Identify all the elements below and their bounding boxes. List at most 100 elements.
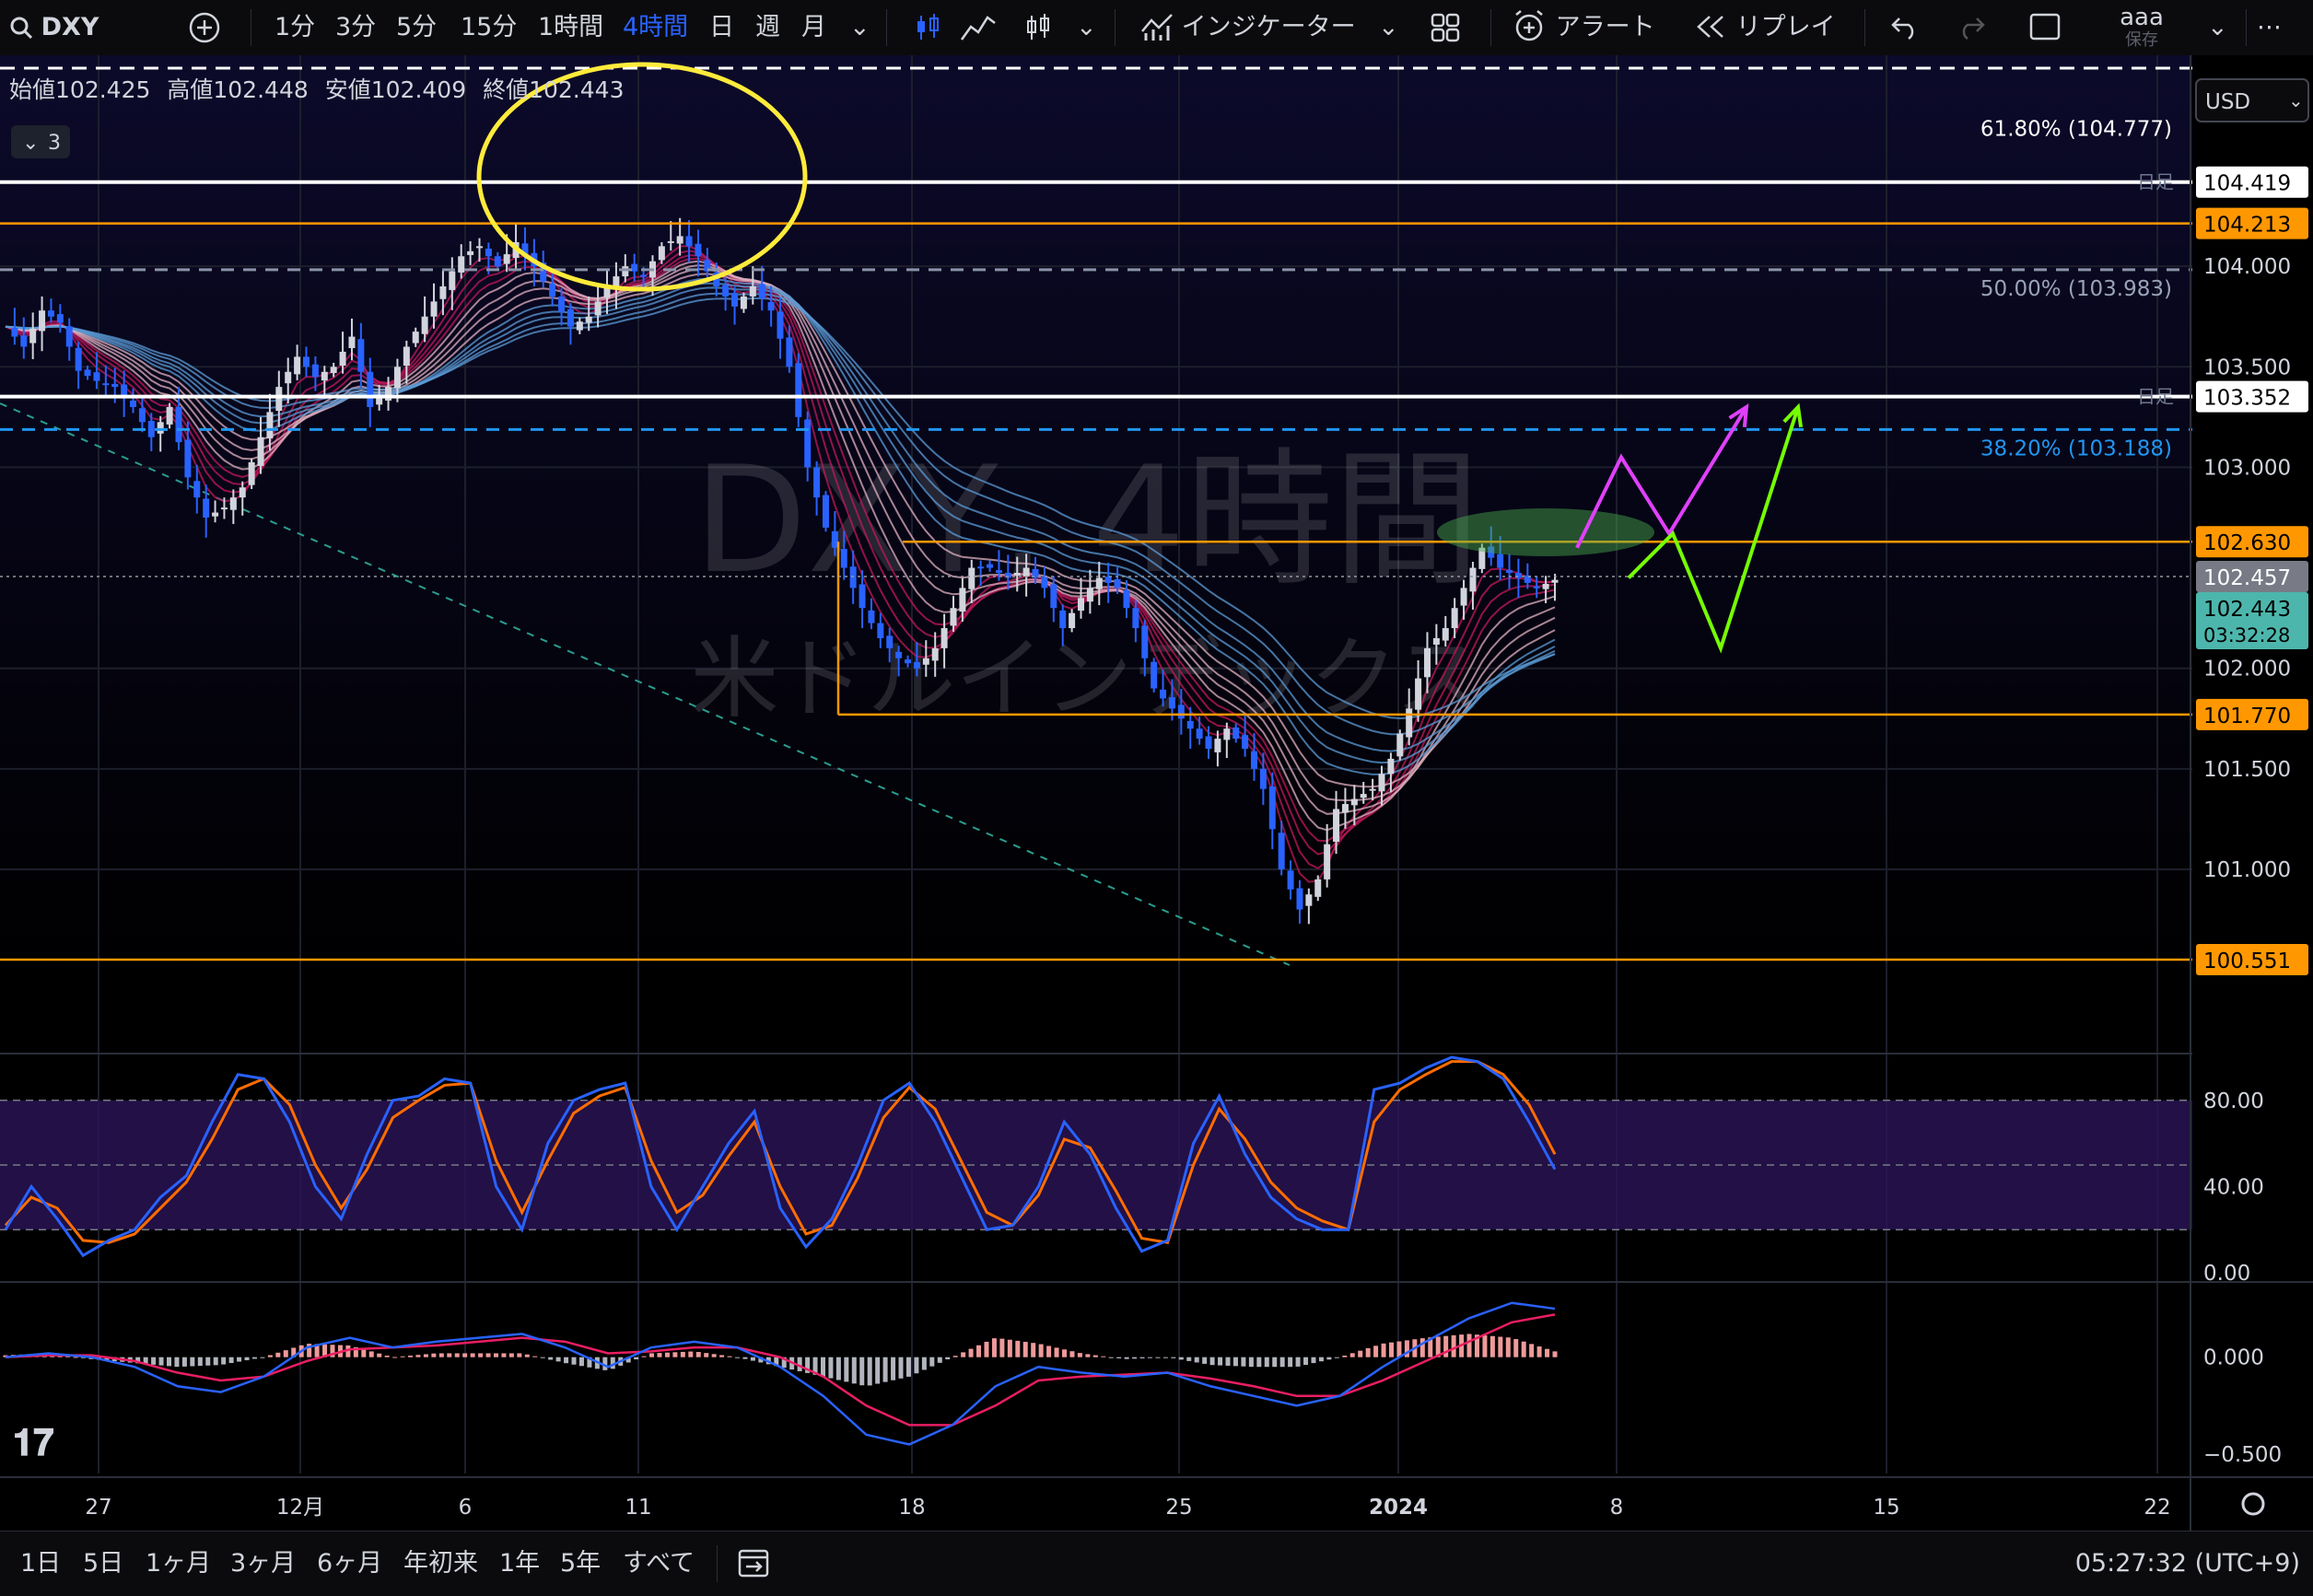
macd-hist-bar xyxy=(1552,1351,1558,1357)
candle-body xyxy=(640,274,648,277)
macd-hist-bar xyxy=(999,1338,1005,1357)
interval-15m[interactable]: 15分 xyxy=(461,0,517,55)
clock[interactable]: 05:27:32 (UTC+9) xyxy=(2075,1532,2300,1596)
macd-hist-bar xyxy=(991,1338,997,1357)
time-tick: 22 xyxy=(2144,1496,2170,1520)
time-tick: 27 xyxy=(85,1496,111,1520)
chart-area[interactable]: DXY, 4時間 米ドルインデックス 日足日足 61.80% (104.777)… xyxy=(0,55,2313,1531)
tradingview-logo: 𝟏𝟕 xyxy=(13,1422,53,1464)
macd-hist-bar xyxy=(875,1357,881,1384)
candle-body xyxy=(203,498,210,518)
range-all[interactable]: すべて xyxy=(623,1532,695,1596)
macd-hist-bar xyxy=(1451,1334,1456,1357)
candle-body xyxy=(1378,774,1385,792)
candle-body xyxy=(622,266,629,277)
candle-body xyxy=(931,647,939,661)
candle-body xyxy=(1278,833,1285,869)
level-tag: 日足 xyxy=(2137,171,2174,193)
undo-button[interactable] xyxy=(1890,0,1920,55)
candle-body xyxy=(877,623,884,638)
interval-1m[interactable]: 1分 xyxy=(275,0,315,55)
range-6m[interactable]: 6ヶ月 xyxy=(317,1532,382,1596)
macd-hist-bar xyxy=(688,1351,694,1357)
interval-week[interactable]: 週 xyxy=(755,0,780,55)
macd-hist-bar xyxy=(882,1357,888,1382)
bars-icon xyxy=(1027,14,1049,40)
redo-button[interactable] xyxy=(1957,0,1986,55)
range-ytd[interactable]: 年初来 xyxy=(403,1532,478,1596)
interval-month[interactable]: 月 xyxy=(801,0,826,55)
candle-body xyxy=(303,356,310,367)
chart-type-candles[interactable] xyxy=(912,0,943,55)
candle-body xyxy=(311,364,319,378)
interval-dropdown[interactable]: ⌄ xyxy=(849,0,870,55)
search-icon xyxy=(10,17,33,40)
layout-dropdown[interactable]: ⌄ xyxy=(2207,0,2228,55)
candle-body xyxy=(458,256,465,273)
range-5d[interactable]: 5日 xyxy=(83,1532,123,1596)
fullscreen-button[interactable] xyxy=(2028,0,2062,55)
price-badge-text: 102.630 xyxy=(2203,531,2291,555)
candle-body xyxy=(868,610,875,623)
interval-1h[interactable]: 1時間 xyxy=(538,0,603,55)
macd-hist-bar xyxy=(555,1357,561,1362)
replay-button[interactable]: リプレイ xyxy=(1695,0,1836,55)
price-badge-text: 101.770 xyxy=(2203,705,2291,728)
price-tick: 101.500 xyxy=(2203,758,2291,782)
macd-hist-bar xyxy=(1521,1341,1526,1357)
macd-hist-bar xyxy=(1232,1357,1238,1367)
goto-date-button[interactable] xyxy=(737,1532,772,1596)
candle-body xyxy=(1506,570,1513,574)
chart-type-bars[interactable] xyxy=(1022,0,1054,55)
chart-type-line[interactable] xyxy=(960,0,997,55)
currency-select[interactable]: USD ⌄ xyxy=(2195,78,2309,122)
range-1d[interactable]: 1日 xyxy=(20,1532,61,1596)
interval-5m[interactable]: 5分 xyxy=(396,0,437,55)
candle-body xyxy=(731,292,739,307)
candle-body xyxy=(1259,768,1267,789)
candle-body xyxy=(449,271,456,290)
layout-name-button[interactable]: aaa 保存 xyxy=(2119,4,2165,50)
alert-button[interactable]: アラート xyxy=(1511,0,1655,55)
interval-3m[interactable]: 3分 xyxy=(335,0,376,55)
macd-hist-bar xyxy=(945,1357,951,1360)
candle-body xyxy=(266,412,274,439)
candle-body xyxy=(1396,733,1404,757)
chevron-down-icon: ⌄ xyxy=(22,132,39,155)
macd-hist-bar xyxy=(704,1353,709,1357)
line-chart-icon xyxy=(960,16,996,41)
interval-day[interactable]: 日 xyxy=(709,0,734,55)
compare-button[interactable] xyxy=(188,0,221,55)
indicators-dropdown[interactable]: ⌄ xyxy=(1378,0,1399,55)
candle-body xyxy=(102,383,110,386)
candle-body xyxy=(813,467,821,498)
macd-tick: −0.500 xyxy=(2203,1443,2282,1467)
range-1y[interactable]: 1年 xyxy=(499,1532,540,1596)
candle-body xyxy=(1460,588,1467,606)
highlight-ellipse[interactable] xyxy=(1437,508,1654,556)
candle-body xyxy=(977,566,985,569)
macd-hist-bar xyxy=(1085,1354,1091,1357)
candle-body xyxy=(1533,586,1540,588)
chart-type-dropdown[interactable]: ⌄ xyxy=(1076,0,1097,55)
price-tick: 104.000 xyxy=(2203,255,2291,279)
price-tick: 103.500 xyxy=(2203,355,2291,379)
macd-hist-bar xyxy=(1466,1334,1472,1357)
candle-body xyxy=(1242,735,1249,749)
candle-body xyxy=(1287,870,1294,890)
macd-hist-bar xyxy=(984,1341,989,1357)
candle-body xyxy=(147,421,155,437)
macd-hist-bar xyxy=(447,1353,452,1357)
symbol-search[interactable]: DXY xyxy=(9,0,99,55)
range-1m[interactable]: 1ヶ月 xyxy=(146,1532,211,1596)
range-3m[interactable]: 3ヶ月 xyxy=(230,1532,296,1596)
indicators-button[interactable]: インジケーター xyxy=(1140,0,1356,55)
more-button[interactable]: ⋯ xyxy=(2257,0,2282,55)
macd-hist-bar xyxy=(237,1357,242,1362)
legend-collapse-button[interactable]: ⌄ 3 xyxy=(11,125,70,158)
layout-button[interactable] xyxy=(1430,0,1461,55)
time-axis[interactable]: 27 12月 6 11 18 25 2024 8 15 22 xyxy=(85,1496,2170,1520)
range-5y[interactable]: 5年 xyxy=(560,1532,601,1596)
interval-4h[interactable]: 4時間 xyxy=(623,0,688,55)
candle-body xyxy=(685,236,693,247)
